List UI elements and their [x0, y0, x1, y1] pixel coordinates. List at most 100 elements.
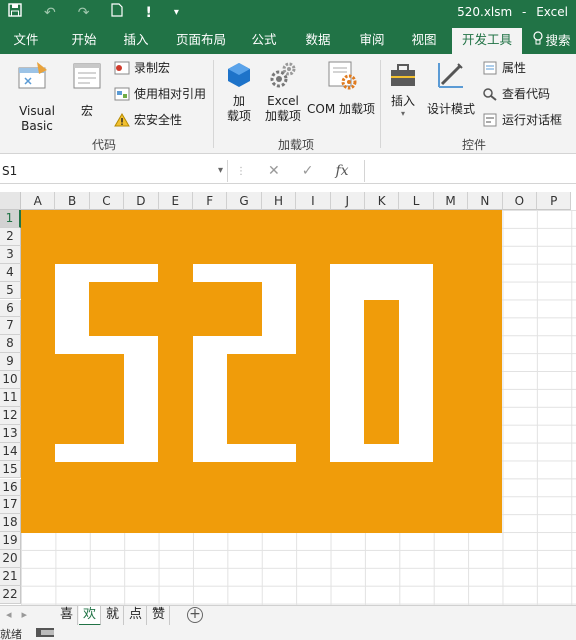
- sheet-tab[interactable]: 赞: [148, 606, 170, 626]
- sheet-tab[interactable]: 点: [125, 606, 147, 626]
- new-file-icon[interactable]: [111, 3, 124, 23]
- macros-button[interactable]: 宏: [70, 60, 104, 118]
- row-header[interactable]: 12: [0, 406, 21, 425]
- file-name: 520.xlsm: [457, 5, 513, 19]
- macro-recording-icon[interactable]: [36, 628, 54, 637]
- row-header[interactable]: 20: [0, 550, 21, 568]
- redo-icon[interactable]: ↷: [78, 3, 90, 23]
- row-header[interactable]: 8: [0, 335, 21, 354]
- row-header[interactable]: 6: [0, 299, 21, 318]
- column-header[interactable]: F: [193, 192, 228, 210]
- row-header[interactable]: 19: [0, 532, 21, 551]
- column-header[interactable]: K: [365, 192, 400, 210]
- customize-qat-icon[interactable]: ▾: [174, 3, 179, 23]
- more-icon: ⋮: [236, 165, 246, 177]
- column-header[interactable]: I: [296, 192, 331, 210]
- digit-zero-left: [330, 264, 364, 462]
- excel-addins-label-1: Excel: [267, 94, 299, 108]
- column-header[interactable]: C: [89, 192, 125, 210]
- column-header[interactable]: O: [502, 192, 537, 210]
- row-header[interactable]: 7: [0, 317, 21, 336]
- tab-formulas[interactable]: 公式: [244, 28, 284, 54]
- row-header[interactable]: 11: [0, 389, 21, 407]
- tab-review[interactable]: 审阅: [350, 28, 394, 54]
- row-header[interactable]: 2: [0, 227, 21, 246]
- column-header[interactable]: J: [330, 192, 365, 210]
- tab-data[interactable]: 数据: [296, 28, 340, 54]
- sheet-nav-arrows[interactable]: ◂▸: [6, 608, 37, 621]
- column-header[interactable]: M: [433, 192, 469, 210]
- com-addins-label: COM 加载项: [307, 102, 375, 116]
- row-header[interactable]: 9: [0, 353, 21, 372]
- undo-icon[interactable]: ↶: [44, 3, 56, 23]
- search-box[interactable]: 搜索: [528, 28, 576, 54]
- tab-home[interactable]: 开始: [58, 28, 110, 54]
- row-header[interactable]: 16: [0, 478, 21, 497]
- row-header[interactable]: 22: [0, 585, 21, 604]
- visual-basic-button[interactable]: Visual Basic: [0, 60, 66, 133]
- insert-control-button[interactable]: 插入 ▾: [386, 60, 420, 119]
- insert-function-icon[interactable]: fx: [335, 163, 348, 179]
- tab-insert[interactable]: 插入: [112, 28, 160, 54]
- column-header[interactable]: P: [537, 192, 572, 210]
- column-header[interactable]: L: [399, 192, 434, 210]
- run-dialog-button[interactable]: 运行对话框: [482, 112, 562, 128]
- column-header[interactable]: H: [261, 192, 297, 210]
- excel-addins-button[interactable]: Excel 加载项: [262, 60, 304, 124]
- tab-file[interactable]: 文件: [0, 28, 52, 54]
- add-sheet-icon[interactable]: +: [187, 607, 203, 623]
- column-header[interactable]: E: [158, 192, 193, 210]
- macro-security-button[interactable]: 宏安全性: [114, 112, 182, 128]
- title-bar: ↶ ↷ ! ▾ 520.xlsm - Excel: [0, 0, 576, 28]
- macros-label: 宏: [80, 104, 93, 118]
- column-header[interactable]: N: [468, 192, 503, 210]
- chevron-down-icon[interactable]: ▾: [218, 160, 223, 182]
- row-header[interactable]: 5: [0, 281, 21, 300]
- cancel-icon[interactable]: ✕: [268, 163, 280, 179]
- row-header[interactable]: 10: [0, 371, 21, 389]
- macros-icon: [73, 63, 101, 89]
- search-label: 搜索: [545, 33, 571, 48]
- enter-icon[interactable]: ✓: [302, 163, 314, 179]
- row-header[interactable]: 18: [0, 514, 21, 533]
- formula-input[interactable]: [364, 160, 576, 182]
- design-mode-button[interactable]: 设计模式: [424, 60, 478, 116]
- properties-label: 属性: [502, 61, 527, 75]
- worksheet-grid[interactable]: ABCDEFGHIJKLMNOP 1 2 3 4 5 6 7 8 9 10 11 12 13 14 15 16…: [0, 192, 576, 605]
- relative-refs-button[interactable]: 使用相对引用: [114, 86, 206, 102]
- tab-view[interactable]: 视图: [402, 28, 446, 54]
- view-code-button[interactable]: 查看代码: [482, 86, 550, 102]
- row-header[interactable]: 3: [0, 245, 21, 264]
- row-header[interactable]: 14: [0, 442, 21, 461]
- status-bar: 就绪: [0, 625, 576, 640]
- row-header[interactable]: 17: [0, 496, 21, 515]
- tab-developer[interactable]: 开发工具: [452, 28, 522, 54]
- sheet-tab[interactable]: 喜: [56, 606, 78, 626]
- digit-two-bottom: [193, 444, 296, 462]
- visual-basic-label: Visual Basic: [19, 104, 55, 133]
- row-header[interactable]: 21: [0, 568, 21, 586]
- com-addins-button[interactable]: COM 加载项: [306, 60, 376, 116]
- save-icon[interactable]: [8, 3, 22, 23]
- record-macro-button[interactable]: 录制宏: [114, 60, 170, 76]
- name-box[interactable]: S1 ▾: [0, 160, 228, 182]
- addins-button[interactable]: 加 载项: [222, 60, 256, 124]
- row-header[interactable]: 15: [0, 460, 21, 479]
- sheet-tab[interactable]: 就: [102, 606, 124, 626]
- title-separator: -: [522, 5, 527, 19]
- sheet-tab-bar: ◂▸ 喜欢就点赞 +: [0, 605, 576, 626]
- column-header[interactable]: A: [21, 192, 56, 210]
- properties-button[interactable]: 属性: [482, 60, 526, 76]
- touch-mode-icon[interactable]: !: [145, 3, 151, 23]
- tab-page-layout[interactable]: 页面布局: [170, 28, 232, 54]
- column-header[interactable]: D: [124, 192, 159, 210]
- column-header[interactable]: G: [227, 192, 262, 210]
- column-header[interactable]: B: [55, 192, 90, 210]
- digit-zero-right: [399, 264, 433, 462]
- sheet-tab[interactable]: 欢: [79, 606, 101, 626]
- row-header[interactable]: 1: [0, 210, 21, 228]
- row-header[interactable]: 13: [0, 424, 21, 443]
- row-header[interactable]: 4: [0, 263, 21, 282]
- name-box-value: S1: [2, 164, 18, 178]
- select-all-corner[interactable]: [0, 192, 21, 210]
